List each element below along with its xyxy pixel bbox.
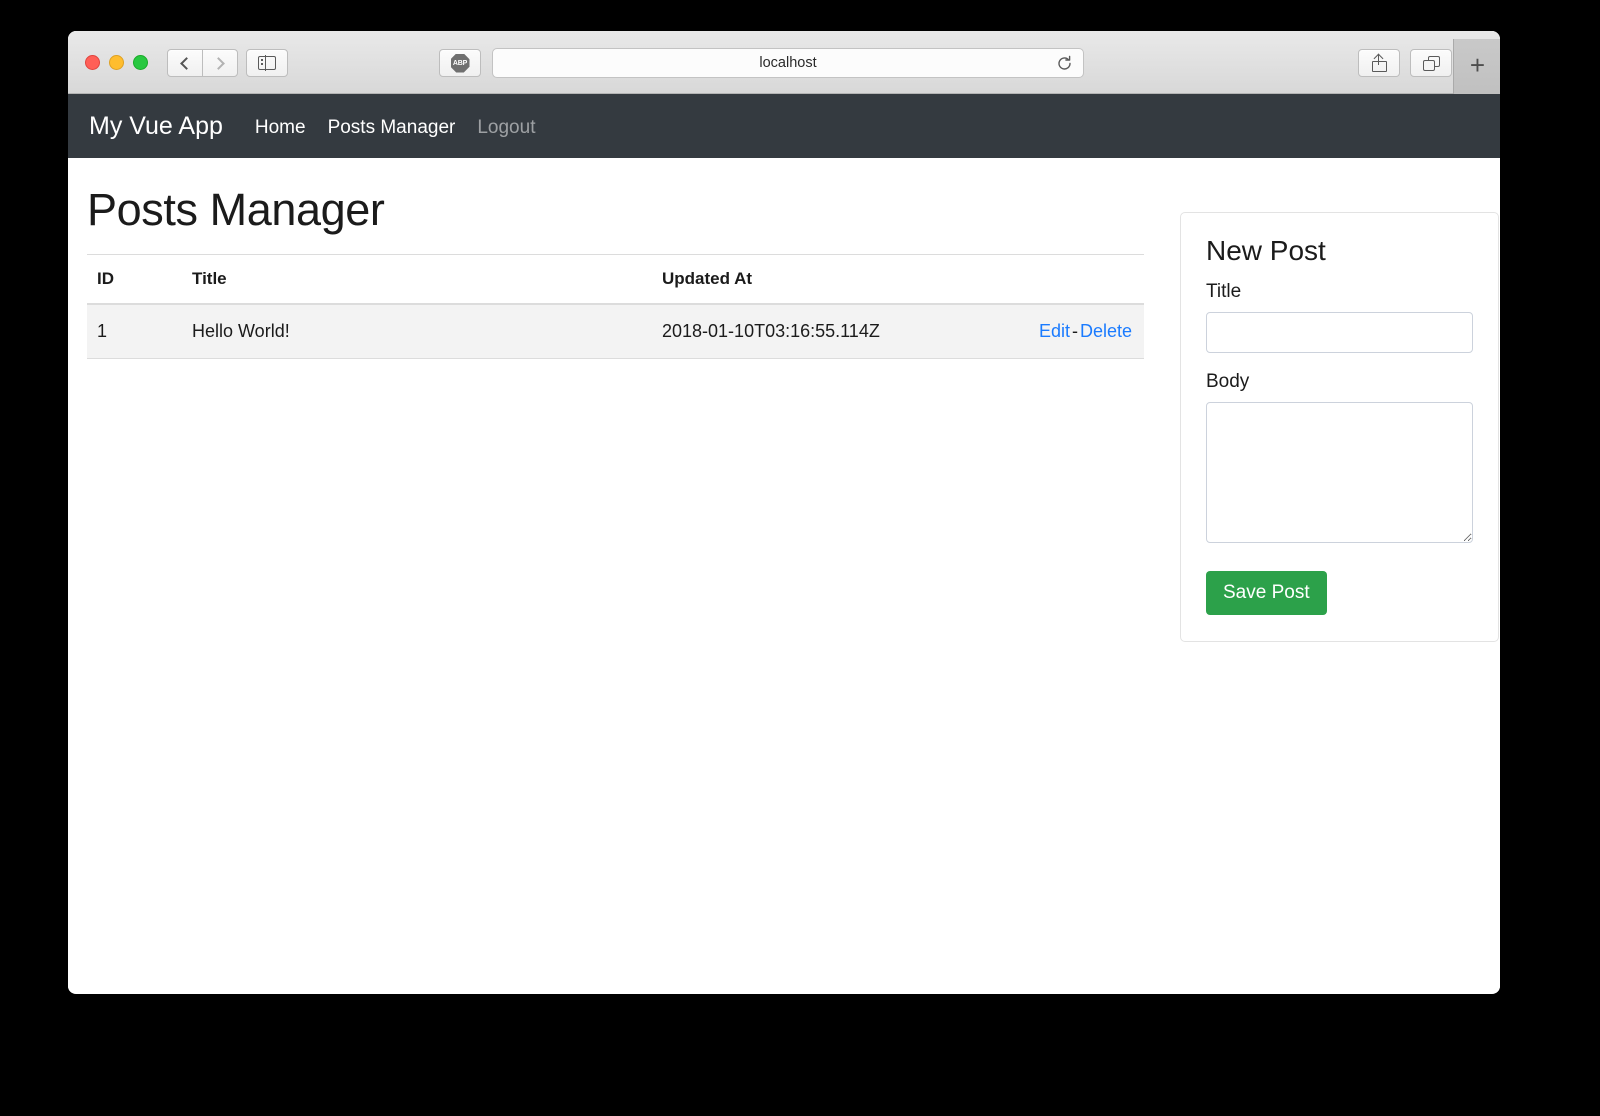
column-header-id: ID xyxy=(87,255,182,305)
new-post-card: New Post Title Body Save Post xyxy=(1180,212,1499,642)
cell-id: 1 xyxy=(87,304,182,359)
page-content: Posts Manager ID Title Updated At 1 xyxy=(68,158,1500,642)
address-bar[interactable]: localhost xyxy=(492,48,1084,78)
column-header-title: Title xyxy=(182,255,652,305)
browser-toolbar: ABP localhost + xyxy=(68,31,1500,94)
address-bar-text: localhost xyxy=(759,55,816,71)
share-button[interactable] xyxy=(1358,49,1400,77)
show-all-tabs-icon xyxy=(1423,56,1440,71)
page-viewport: My Vue App Home Posts Manager Logout Pos… xyxy=(68,94,1500,993)
window-controls xyxy=(85,55,148,70)
body-field-label: Body xyxy=(1206,371,1473,393)
posts-table-head: ID Title Updated At xyxy=(87,255,1144,305)
share-icon xyxy=(1372,55,1387,72)
nav-link-posts-manager[interactable]: Posts Manager xyxy=(328,117,456,139)
save-post-button[interactable]: Save Post xyxy=(1206,571,1327,615)
minimize-window-button[interactable] xyxy=(109,55,124,70)
close-window-button[interactable] xyxy=(85,55,100,70)
chevron-right-icon xyxy=(212,57,225,70)
reload-button[interactable] xyxy=(1055,54,1073,72)
show-tabs-button[interactable] xyxy=(1410,49,1452,77)
column-header-actions xyxy=(982,255,1144,305)
title-field-label: Title xyxy=(1206,281,1473,303)
chevron-left-icon xyxy=(180,57,193,70)
nav-link-logout[interactable]: Logout xyxy=(477,117,535,139)
cell-title: Hello World! xyxy=(182,304,652,359)
sidebar-toggle-button[interactable] xyxy=(246,49,288,77)
page-title: Posts Manager xyxy=(87,184,1144,236)
adblock-icon: ABP xyxy=(451,54,470,73)
table-header-row: ID Title Updated At xyxy=(87,255,1144,305)
table-row: 1 Hello World! 2018-01-10T03:16:55.114Z … xyxy=(87,304,1144,359)
delete-post-link[interactable]: Delete xyxy=(1080,321,1132,341)
app-navbar: My Vue App Home Posts Manager Logout xyxy=(68,94,1500,158)
nav-link-home[interactable]: Home xyxy=(255,117,306,139)
column-header-updated: Updated At xyxy=(652,255,982,305)
cell-actions: Edit-Delete xyxy=(982,304,1144,359)
title-input[interactable] xyxy=(1206,312,1473,353)
cell-updated-at: 2018-01-10T03:16:55.114Z xyxy=(652,304,982,359)
sidebar-icon xyxy=(258,56,276,70)
new-tab-button[interactable]: + xyxy=(1453,39,1500,94)
posts-table-body: 1 Hello World! 2018-01-10T03:16:55.114Z … xyxy=(87,304,1144,359)
body-textarea[interactable] xyxy=(1206,402,1473,543)
edit-post-link[interactable]: Edit xyxy=(1039,321,1070,341)
back-button[interactable] xyxy=(167,49,203,77)
maximize-window-button[interactable] xyxy=(133,55,148,70)
forward-button[interactable] xyxy=(202,49,238,77)
adblock-extension-button[interactable]: ABP xyxy=(439,49,481,77)
browser-window: ABP localhost + My Vue App xyxy=(68,31,1500,994)
new-post-title: New Post xyxy=(1206,235,1473,267)
actions-separator: - xyxy=(1070,321,1080,341)
posts-table: ID Title Updated At 1 Hello World! 2018-… xyxy=(87,254,1144,359)
posts-table-column: Posts Manager ID Title Updated At 1 xyxy=(87,184,1144,642)
navbar-links: Home Posts Manager Logout xyxy=(255,114,536,139)
reload-icon xyxy=(1056,55,1073,72)
navbar-brand[interactable]: My Vue App xyxy=(89,112,223,141)
